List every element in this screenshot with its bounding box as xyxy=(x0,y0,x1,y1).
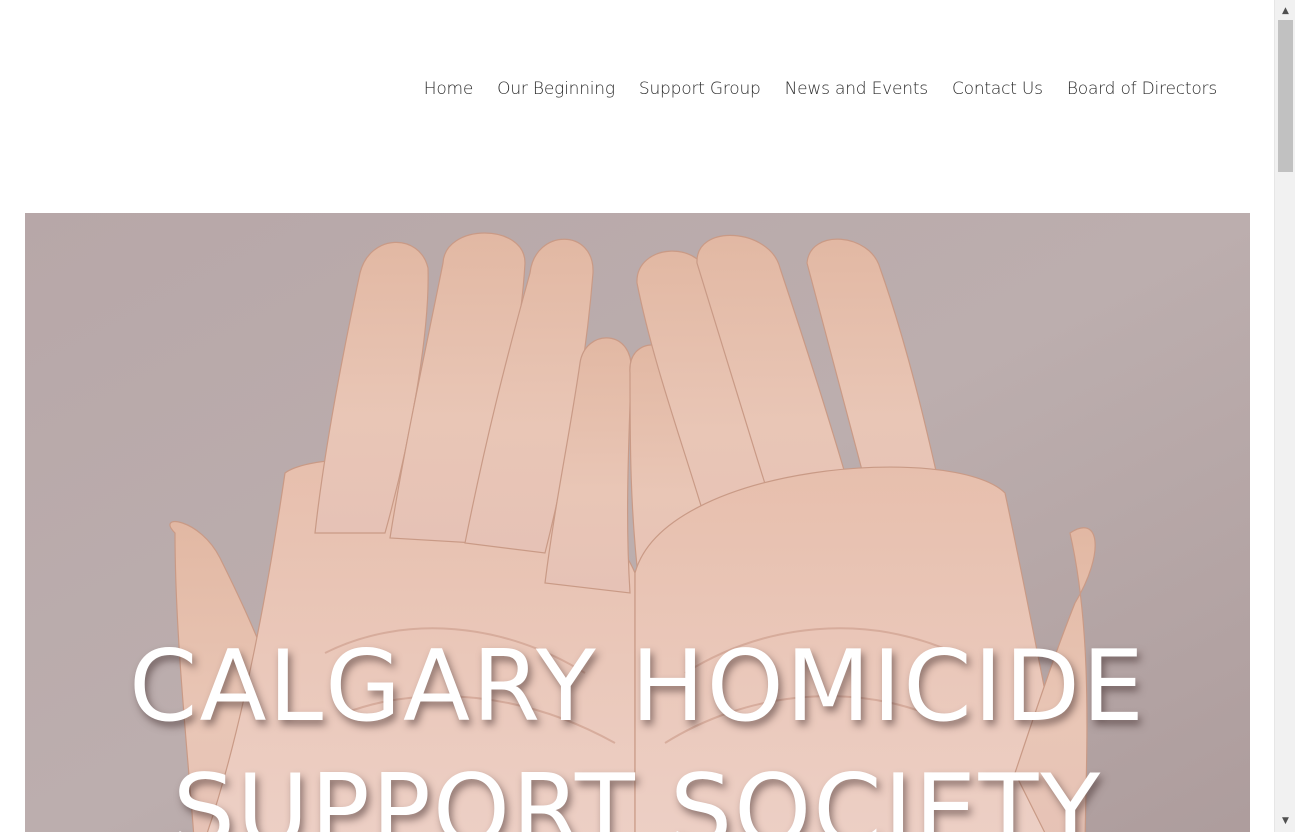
hero-banner: CALGARY HOMICIDE SUPPORT SOCIETY xyxy=(25,213,1250,832)
scroll-thumb[interactable] xyxy=(1278,20,1293,172)
nav-item-board-of-directors[interactable]: Board of Directors xyxy=(1067,76,1217,102)
scroll-up-arrow-icon[interactable]: ▲ xyxy=(1275,2,1295,20)
site-header: Home Our Beginning Support Group News an… xyxy=(0,0,1274,213)
page: Home Our Beginning Support Group News an… xyxy=(0,0,1295,832)
nav-item-support-group[interactable]: Support Group xyxy=(639,76,761,102)
main-navigation: Home Our Beginning Support Group News an… xyxy=(424,76,1217,102)
nav-item-contact-us[interactable]: Contact Us xyxy=(952,76,1043,102)
vertical-scrollbar[interactable]: ▲ ▼ xyxy=(1274,0,1295,832)
nav-item-our-beginning[interactable]: Our Beginning xyxy=(497,76,615,102)
scroll-down-arrow-icon[interactable]: ▼ xyxy=(1275,812,1295,830)
nav-item-news-and-events[interactable]: News and Events xyxy=(785,76,928,102)
hero-title: CALGARY HOMICIDE SUPPORT SOCIETY xyxy=(129,630,1146,832)
nav-item-home[interactable]: Home xyxy=(424,76,474,102)
